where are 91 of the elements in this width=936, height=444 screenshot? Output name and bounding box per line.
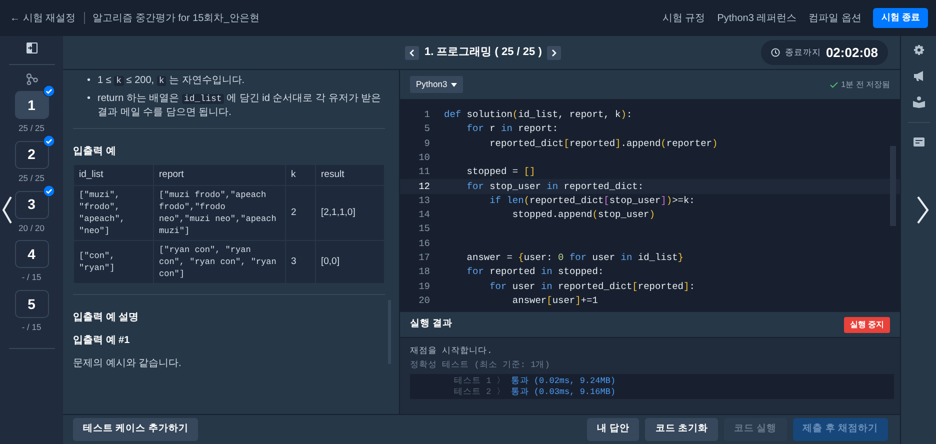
line-number: 13: [418, 194, 431, 208]
code-line: reported_dict[reported].append(reporter): [488, 136, 718, 151]
add-test-case-button[interactable]: 테스트 케이스 추가하기: [73, 418, 198, 441]
back-link[interactable]: ← 시험 재설정: [10, 10, 76, 26]
problem-score: - / 15: [22, 321, 42, 334]
chevron-right-icon[interactable]: [917, 196, 929, 224]
problem-score: 25 / 25: [18, 172, 44, 184]
example-title: 입출력 예 #1: [73, 334, 131, 348]
column-header: report: [154, 164, 286, 186]
problem-score: 20 / 20: [18, 222, 44, 234]
code-line: stopped.append(stop_user): [511, 208, 655, 222]
test-result: 통과 (0.02ms, 9.24MB): [510, 376, 616, 387]
header-link[interactable]: 시험 규정: [662, 10, 706, 26]
line-number: 5: [423, 122, 431, 136]
previous-button[interactable]: [405, 46, 419, 60]
table-cell: ["con", "ryan"]: [74, 240, 154, 284]
table-cell: ["muzi", "frodo", "apeach", "neo"]: [74, 186, 154, 241]
timer-label: 종료까지: [784, 46, 821, 59]
note-icon[interactable]: [912, 137, 924, 148]
saved-status: 1분 전 저장됨: [841, 78, 890, 90]
chevron-left-icon[interactable]: [2, 196, 12, 224]
line-number: 11: [418, 165, 431, 180]
problem-score: - / 15: [22, 271, 42, 284]
test-name: 테스트 2 〉: [454, 387, 506, 398]
clock-icon: [770, 48, 780, 57]
code-line: if len(reported_dict[stop_user])>=k:: [488, 194, 695, 208]
code-line: answer[user]+=1: [511, 294, 598, 308]
chevron-right-icon: [551, 48, 558, 56]
book-icon[interactable]: [912, 96, 924, 108]
scrollbar[interactable]: [890, 146, 896, 226]
test-name: 테스트 1 〉: [454, 376, 506, 387]
table-cell: [0,0]: [316, 240, 384, 284]
bullet-marker: •: [87, 92, 91, 106]
bullet-text: return 하는 배열은 id_list 에 담긴 id 순서대로 각 유저가 받은 결과 메일 수를 담으면 됩니다.: [98, 92, 382, 120]
code-line: for stop_user in reported_dict:: [466, 180, 644, 194]
line-number: 19: [418, 280, 431, 294]
header-link[interactable]: Python3 레퍼런스: [717, 10, 797, 26]
output-text: 재점을 시작합니다.: [409, 346, 494, 357]
code-line: for r in report:: [466, 122, 558, 136]
problem-button[interactable]: 4: [14, 240, 48, 268]
exam-title: 알고리즘 중간평가 for 15회차_안은현: [92, 12, 260, 26]
caret-icon: [451, 82, 458, 87]
code-line: def solution(id_list, report, k):: [444, 108, 632, 122]
chevron-left-icon: [409, 48, 415, 56]
panel-icon: [26, 42, 38, 54]
language-dropdown[interactable]: Python3: [410, 76, 464, 93]
table-cell: [2,1,1,0]: [316, 186, 384, 241]
end-exam-button[interactable]: 시험 종료: [873, 8, 928, 28]
column-header: id_list: [74, 164, 154, 186]
code-line: stopped = []: [466, 165, 536, 180]
line-number: 14: [418, 208, 431, 222]
problem-title: 1. 프로그래밍 ( 25 / 25 ): [424, 45, 542, 60]
line-number: 1: [423, 108, 431, 122]
section-heading: 입출력 예: [73, 145, 117, 158]
table-cell: 3: [286, 240, 316, 284]
megaphone-icon[interactable]: [912, 70, 924, 82]
column-header: k: [286, 164, 316, 186]
footer-button[interactable]: 코드 초기화: [645, 418, 718, 441]
stop-button[interactable]: 실행 중지: [844, 316, 890, 332]
settings-icon[interactable]: [912, 44, 924, 56]
section-heading: 입출력 예 설명: [73, 311, 140, 324]
table-cell: 2: [286, 186, 316, 241]
table-cell: ["ryan con", "ryan con", "ryan con", "ryan con"]: [154, 240, 286, 284]
column-header: result: [316, 164, 384, 186]
code-line: answer = {user: 0 for user in id_list}: [466, 250, 684, 265]
output-text: 정확성 테스트 (최소 기준: 1개): [409, 360, 551, 371]
check-icon: [830, 82, 838, 88]
footer-button[interactable]: 내 답안: [586, 418, 640, 441]
code-line: for user in reported_dict[reported]:: [488, 280, 695, 294]
line-number: 15: [418, 222, 431, 236]
line-number: 18: [418, 265, 431, 280]
test-result: 통과 (0.03ms, 9.16MB): [510, 387, 616, 398]
line-number: 17: [418, 250, 431, 265]
line-number: 16: [418, 236, 431, 251]
timer: 02:02:08: [826, 44, 878, 62]
problem-score: 25 / 25: [18, 122, 44, 135]
line-number: 9: [423, 136, 431, 151]
table-cell: ["muzi frodo","apeach frodo","frodo neo","muzi neo","apeach muzi"]: [154, 186, 286, 241]
code-line: for reported in stopped:: [466, 265, 604, 280]
header-link[interactable]: 컴파일 옵션: [808, 10, 862, 26]
line-number: 12: [418, 180, 431, 194]
problem-button[interactable]: 1: [14, 91, 48, 119]
bullet-marker: •: [87, 74, 91, 88]
line-number: 10: [418, 150, 431, 165]
bullet-text: 1 ≤ k ≤ 200, k 는 자연수입니다.: [98, 74, 245, 88]
problem-button[interactable]: 5: [14, 290, 48, 318]
share-icon: [26, 73, 38, 85]
next-button[interactable]: [547, 46, 562, 60]
example-text: 문제의 예시와 같습니다.: [73, 357, 182, 370]
line-number: 20: [418, 294, 431, 308]
results-title: 실행 결과: [410, 317, 453, 332]
